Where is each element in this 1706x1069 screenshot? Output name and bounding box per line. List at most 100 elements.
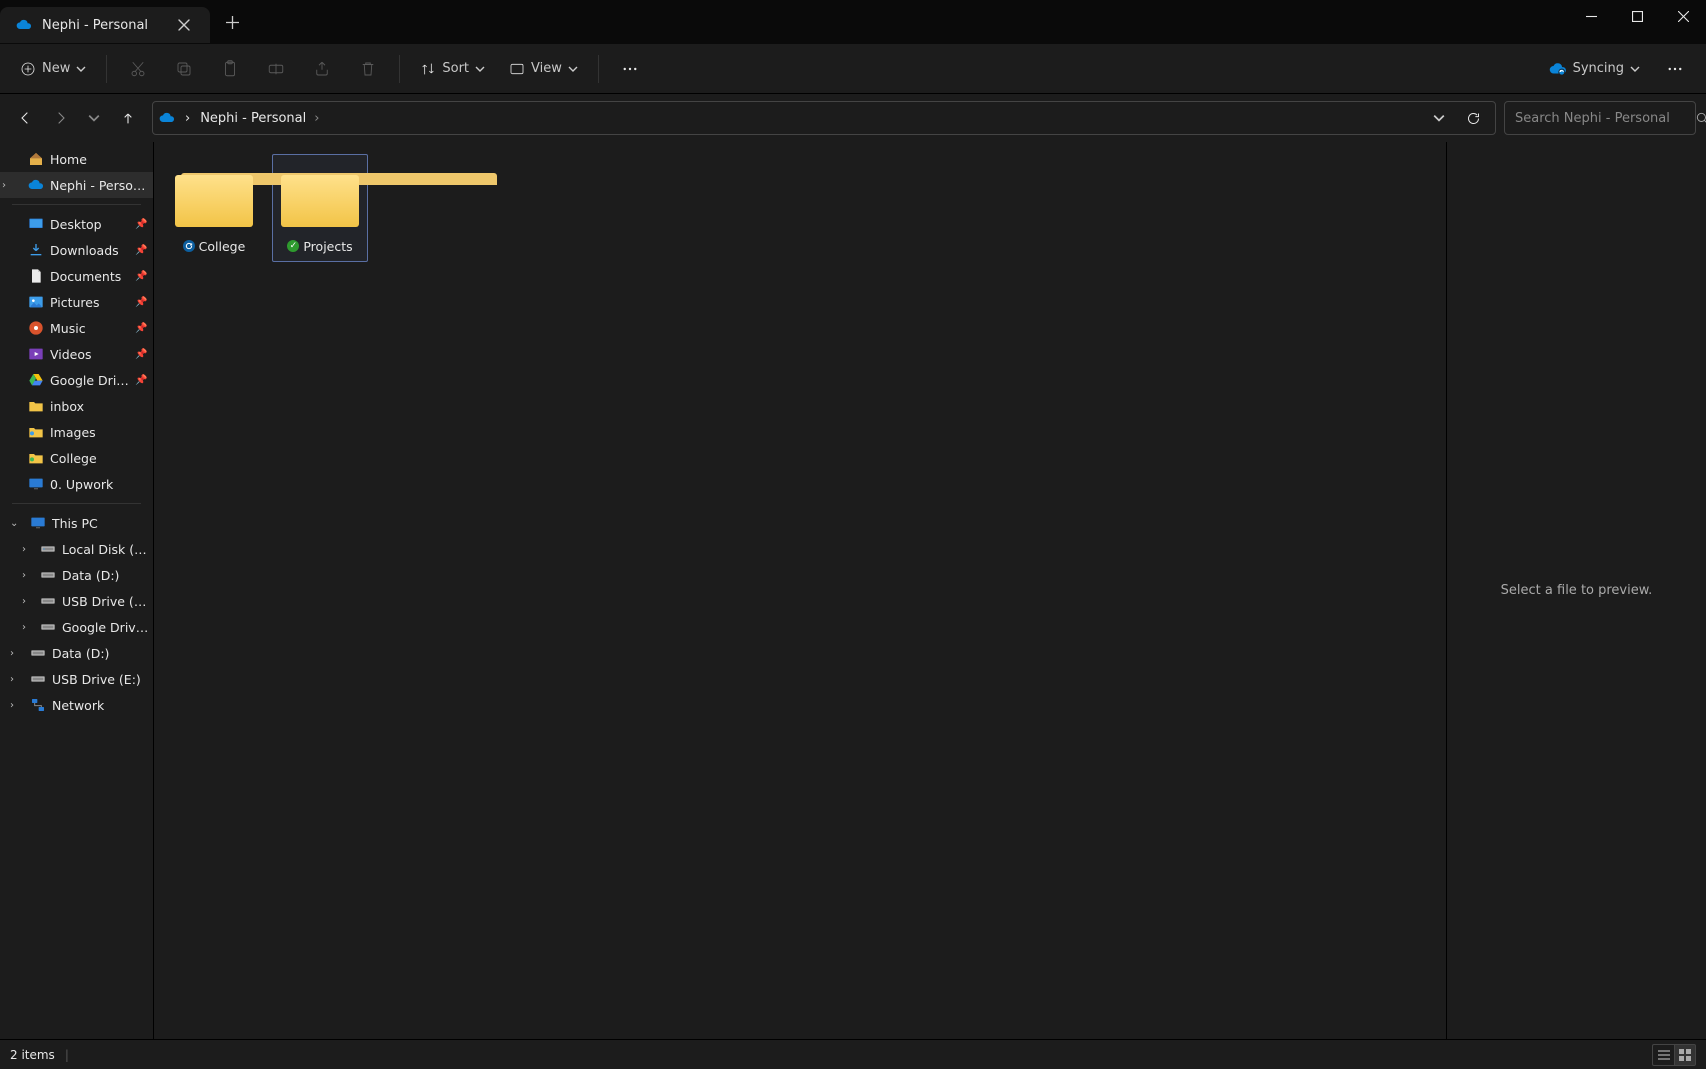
usb-icon — [40, 593, 56, 609]
view-icons-button[interactable] — [1674, 1044, 1696, 1066]
file-grid[interactable]: College ✓ Projects — [154, 142, 1446, 1039]
minimize-button[interactable] — [1568, 0, 1614, 32]
sidebar-item-pictures[interactable]: Pictures 📌 — [0, 289, 153, 315]
sidebar-item-local-c[interactable]: › Local Disk (C:) — [0, 536, 153, 562]
sync-status-button[interactable]: Syncing — [1539, 51, 1650, 87]
search-input[interactable] — [1515, 111, 1685, 126]
preview-empty-text: Select a file to preview. — [1501, 583, 1653, 598]
pictures-icon — [28, 294, 44, 310]
folder-item-college[interactable]: College — [166, 154, 262, 262]
view-button[interactable]: View — [499, 51, 588, 87]
new-tab-button[interactable] — [210, 16, 254, 29]
paste-button[interactable] — [209, 51, 251, 87]
chevron-down-icon: ⌄ — [10, 518, 18, 529]
sync-badge-icon — [183, 240, 195, 252]
pin-icon: 📌 — [135, 219, 149, 230]
music-icon — [28, 320, 44, 336]
pin-icon: 📌 — [135, 271, 149, 282]
sidebar-item-network[interactable]: › Network — [0, 692, 153, 718]
copy-button[interactable] — [163, 51, 205, 87]
preview-pane: Select a file to preview. — [1446, 142, 1706, 1039]
chevron-right-icon: › — [22, 596, 26, 607]
sidebar-item-college[interactable]: College — [0, 445, 153, 471]
titlebar: Nephi - Personal — [0, 0, 1706, 44]
more-button[interactable] — [609, 51, 651, 87]
sync-icon — [1549, 60, 1567, 78]
chevron-right-icon: › — [22, 544, 26, 555]
chevron-right-icon: › — [22, 570, 26, 581]
pin-icon: 📌 — [135, 375, 149, 386]
breadcrumb-segment[interactable]: Nephi - Personal — [200, 111, 306, 126]
window-tab[interactable]: Nephi - Personal — [0, 7, 210, 43]
sidebar-item-home[interactable]: Home — [0, 146, 153, 172]
sidebar-item-thispc[interactable]: ⌄ This PC — [0, 510, 153, 536]
onedrive-icon — [16, 17, 32, 33]
breadcrumb-sep-icon: › — [185, 111, 190, 126]
nav-up-button[interactable] — [112, 102, 144, 134]
nav-forward-button[interactable] — [44, 102, 76, 134]
sidebar-item-music[interactable]: Music 📌 — [0, 315, 153, 341]
drive-icon — [30, 645, 46, 661]
rename-button[interactable] — [255, 51, 297, 87]
downloads-icon — [28, 242, 44, 258]
search-bar[interactable] — [1504, 101, 1696, 135]
search-icon — [1695, 111, 1706, 125]
new-button[interactable]: New — [10, 51, 96, 87]
sidebar-item-data-d2[interactable]: › Data (D:) — [0, 640, 153, 666]
sidebar-item-upwork[interactable]: 0. Upwork — [0, 471, 153, 497]
sidebar-item-usb-e[interactable]: › USB Drive (E:) — [0, 588, 153, 614]
home-icon — [28, 151, 44, 167]
documents-icon — [28, 268, 44, 284]
address-onedrive-icon — [159, 110, 175, 126]
delete-button[interactable] — [347, 51, 389, 87]
sidebar-item-nephi[interactable]: › Nephi - Personal — [0, 172, 153, 198]
sidebar-item-images[interactable]: Images — [0, 419, 153, 445]
pin-icon: 📌 — [135, 245, 149, 256]
toolbar-overflow-button[interactable] — [1654, 51, 1696, 87]
synced-badge-icon: ✓ — [287, 240, 299, 252]
address-expand-button[interactable] — [1423, 102, 1455, 134]
close-window-button[interactable] — [1660, 0, 1706, 32]
sidebar-item-downloads[interactable]: Downloads 📌 — [0, 237, 153, 263]
maximize-button[interactable] — [1614, 0, 1660, 32]
breadcrumb: Nephi - Personal › — [200, 111, 1413, 126]
drive-icon — [40, 541, 56, 557]
pc-icon — [30, 515, 46, 531]
chevron-right-icon: › — [10, 648, 14, 659]
drive-icon — [40, 619, 56, 635]
sidebar-item-videos[interactable]: Videos 📌 — [0, 341, 153, 367]
sidebar-item-googledrive[interactable]: Google Drive 📌 — [0, 367, 153, 393]
item-count: 2 items — [10, 1048, 55, 1062]
sidebar-item-documents[interactable]: Documents 📌 — [0, 263, 153, 289]
share-button[interactable] — [301, 51, 343, 87]
refresh-button[interactable] — [1457, 102, 1489, 134]
cut-button[interactable] — [117, 51, 159, 87]
sidebar-item-inbox[interactable]: inbox — [0, 393, 153, 419]
view-details-button[interactable] — [1652, 1044, 1674, 1066]
sidebar-item-usb-e2[interactable]: › USB Drive (E:) — [0, 666, 153, 692]
sidebar-item-desktop[interactable]: Desktop 📌 — [0, 211, 153, 237]
network-icon — [30, 697, 46, 713]
monitor-icon — [28, 476, 44, 492]
pin-icon: 📌 — [135, 297, 149, 308]
folder-icon — [28, 424, 44, 440]
window-controls — [1568, 0, 1706, 44]
navigation-sidebar: Home › Nephi - Personal Desktop 📌 Downlo… — [0, 142, 154, 1039]
nav-back-button[interactable] — [10, 102, 42, 134]
tab-title: Nephi - Personal — [42, 18, 160, 33]
nav-history-button[interactable] — [78, 102, 110, 134]
onedrive-icon — [28, 177, 44, 193]
drive-icon — [40, 567, 56, 583]
sidebar-item-gdrive-g[interactable]: › Google Drive (G:) — [0, 614, 153, 640]
file-name: College — [199, 239, 246, 254]
pin-icon: 📌 — [135, 323, 149, 334]
address-bar[interactable]: › Nephi - Personal › — [152, 101, 1496, 135]
tab-close-button[interactable] — [170, 11, 198, 39]
folder-item-projects[interactable]: ✓ Projects — [272, 154, 368, 262]
sidebar-item-data-d[interactable]: › Data (D:) — [0, 562, 153, 588]
folder-icon — [28, 398, 44, 414]
sort-button[interactable]: Sort — [410, 51, 495, 87]
chevron-right-icon: › — [10, 674, 14, 685]
chevron-right-icon: › — [2, 180, 6, 191]
folder-icon — [281, 167, 359, 227]
